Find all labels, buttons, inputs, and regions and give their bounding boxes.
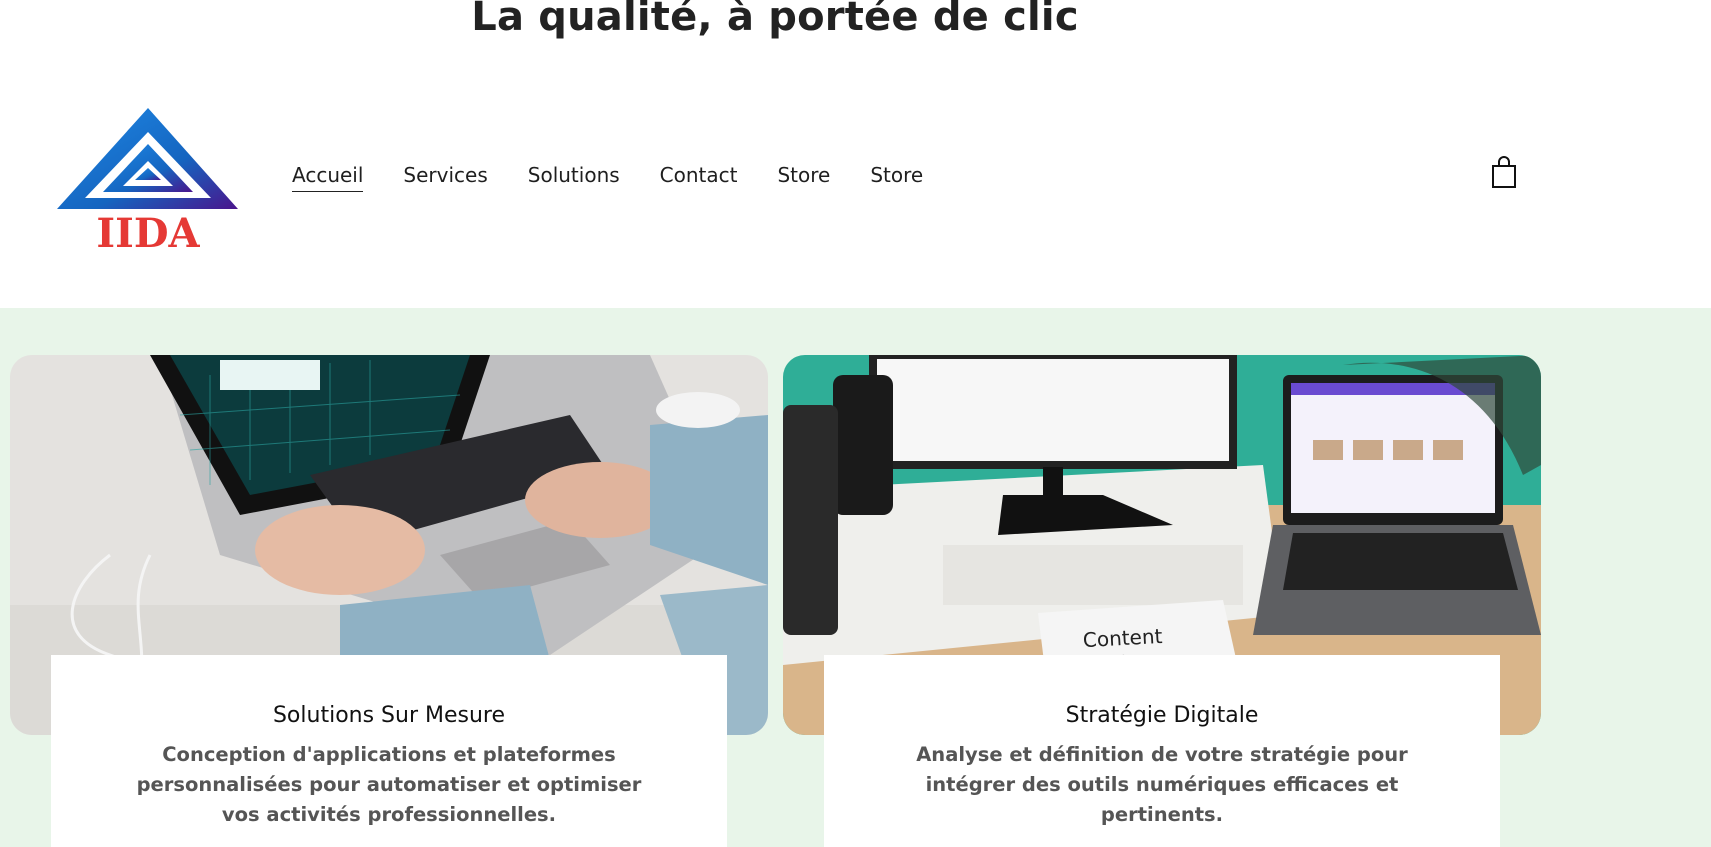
card-description: Conception d'applications et plateformes… (136, 743, 642, 826)
nav-item-contact[interactable]: Contact (660, 163, 738, 192)
site-header: IIDA Accueil Services Solutions Contact … (0, 70, 1711, 308)
nav-item-services[interactable]: Services (403, 163, 487, 192)
main-navigation: Accueil Services Solutions Contact Store… (292, 163, 923, 192)
card-title: Solutions Sur Mesure (272, 703, 506, 728)
triangle-logo-icon: IIDA (57, 108, 238, 257)
nav-item-accueil[interactable]: Accueil (292, 163, 364, 192)
card-description: Analyse et définition de votre stratégie… (916, 743, 1408, 826)
nav-item-store-2[interactable]: Store (870, 163, 923, 192)
shopping-bag-icon (1492, 156, 1516, 188)
cart-button[interactable] (1490, 156, 1518, 190)
page-headline: La qualité, à portée de clic (471, 0, 1079, 40)
site-logo[interactable]: IIDA (55, 106, 240, 257)
card-digital-strategy: Stratégie Digitale Analyse et définition… (824, 655, 1500, 847)
nav-item-solutions[interactable]: Solutions (528, 163, 620, 192)
nav-item-store[interactable]: Store (777, 163, 830, 192)
logo-text: IIDA (96, 210, 200, 256)
services-section: Content Strategy Solutions Sur Mesure Co… (0, 308, 1711, 847)
card-title: Stratégie Digitale (1065, 703, 1259, 728)
card-custom-solutions: Solutions Sur Mesure Conception d'applic… (51, 655, 727, 847)
